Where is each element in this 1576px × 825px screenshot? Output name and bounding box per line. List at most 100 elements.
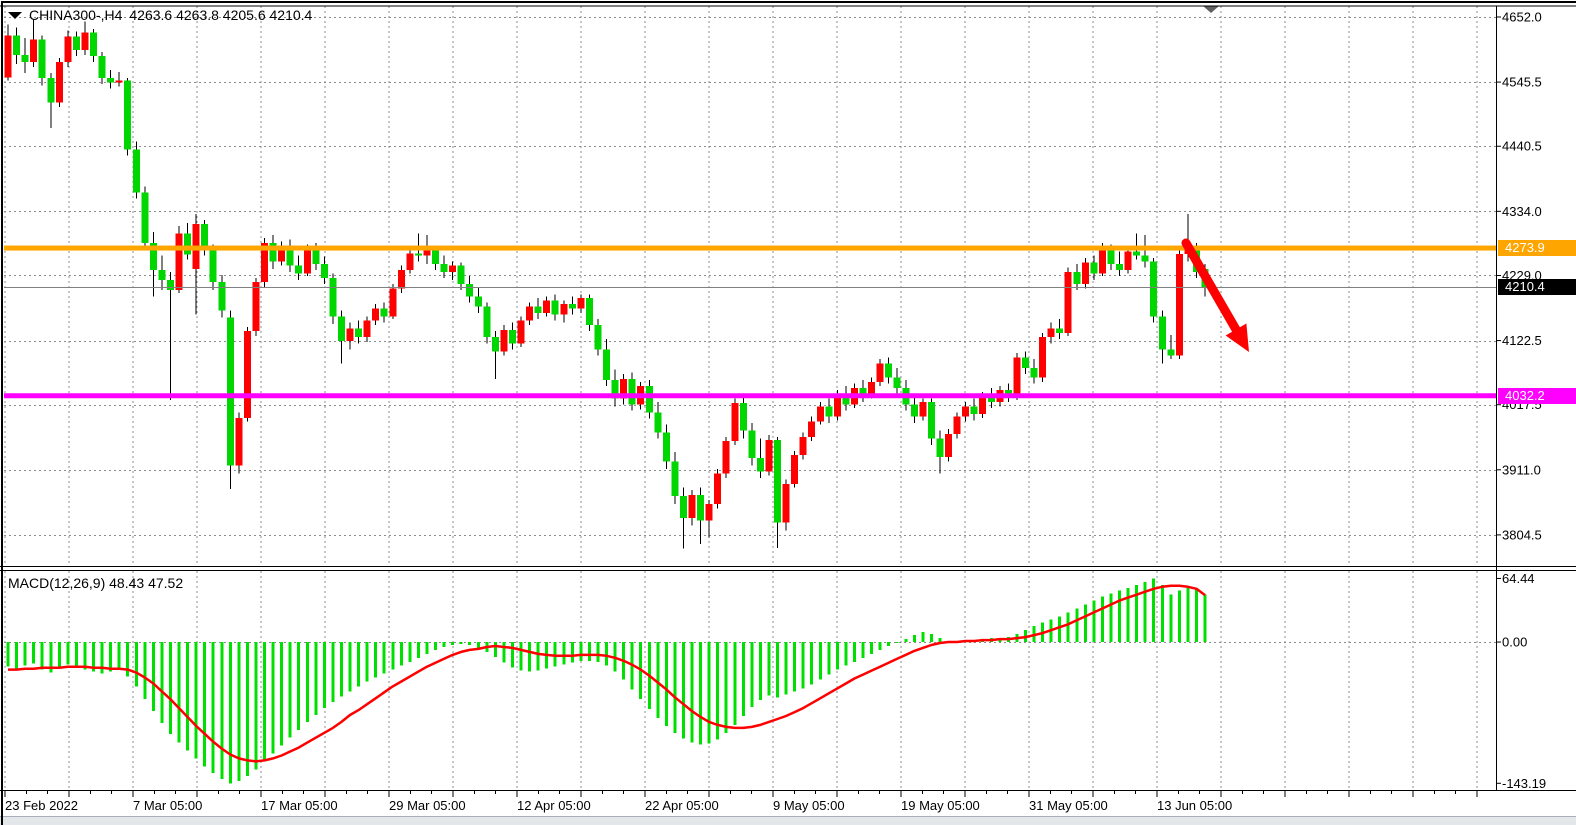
macd-histogram-bar [1067, 612, 1070, 642]
macd-histogram-bar [178, 642, 181, 743]
candle [347, 323, 354, 350]
candle [689, 490, 696, 525]
candle-body [543, 301, 550, 313]
support-line[interactable] [4, 393, 1497, 398]
candle-body [911, 404, 918, 416]
candle-body [56, 62, 63, 102]
last-price-label: 4210.4 [1498, 279, 1576, 295]
candle [22, 38, 29, 73]
candle-body [133, 150, 140, 193]
candle [569, 296, 576, 314]
candle-body [432, 250, 439, 263]
candle [765, 435, 772, 475]
chart-canvas[interactable]: 4652.04545.54440.54334.04229.04122.54017… [0, 0, 1576, 825]
macd-histogram-bar [699, 642, 702, 745]
candles-layer[interactable] [5, 19, 1209, 548]
macd-histogram-bar [879, 642, 882, 650]
candle [1150, 258, 1157, 323]
macd-histogram-bar [776, 642, 779, 697]
candle [885, 357, 892, 383]
candle [227, 310, 234, 488]
candle [757, 439, 764, 478]
candle-body [449, 266, 456, 272]
macd-histogram-bar [468, 642, 471, 645]
candle [620, 374, 627, 405]
candle-body [1116, 264, 1123, 270]
candle-body [1022, 357, 1029, 367]
down-arrow-annotation[interactable] [1186, 243, 1249, 352]
candle [235, 412, 242, 473]
candle [783, 480, 790, 531]
candle [535, 298, 542, 319]
candle-body [740, 403, 747, 430]
candle-body [577, 298, 584, 308]
macd-histogram-bar [357, 642, 360, 686]
macd-histogram-bar [1058, 616, 1061, 642]
candle-body [398, 270, 405, 288]
candle-body [825, 406, 832, 416]
macd-histogram-bar [810, 642, 813, 684]
candle [919, 398, 926, 420]
candle-body [483, 307, 490, 338]
macd-histogram-bar [836, 642, 839, 670]
macd-histogram-bar [1092, 601, 1095, 642]
candle-body [210, 249, 217, 282]
candle [30, 19, 37, 67]
candle-body [235, 418, 242, 466]
price-tick-label: 3804.5 [1502, 527, 1542, 542]
candle [842, 386, 849, 410]
macd-histogram-bar [682, 642, 685, 739]
macd-histogram-bar [904, 639, 907, 642]
candle [56, 58, 63, 107]
candle-body [808, 422, 815, 437]
candle [466, 276, 473, 302]
candle-body [1107, 249, 1114, 264]
candle [1167, 335, 1174, 359]
time-label: 17 Mar 05:00 [261, 798, 338, 813]
candle-body [304, 249, 311, 273]
macd-histogram-bar [921, 632, 924, 642]
macd-histogram-bar [656, 642, 659, 718]
macd-histogram-bar [896, 642, 899, 643]
macd-histogram-bar [366, 642, 369, 681]
candle-body [81, 32, 88, 50]
candle-body [107, 78, 114, 82]
macd-histogram-bar [135, 642, 138, 686]
candle-body [586, 298, 593, 325]
macd-tick-label: -143.19 [1502, 776, 1546, 791]
candle [928, 398, 935, 444]
macd-layer[interactable] [7, 578, 1207, 783]
macd-histogram-bar [15, 642, 18, 669]
macd-histogram-bar [254, 642, 257, 769]
candle [697, 488, 704, 544]
candle-body [518, 321, 525, 344]
candle [808, 417, 815, 441]
candle-body [372, 308, 379, 320]
candle-body [748, 431, 755, 458]
candle-body [569, 304, 576, 308]
symbol-dropdown-icon[interactable] [8, 12, 22, 19]
macd-histogram-bar [870, 642, 873, 654]
macd-histogram-bar [1186, 587, 1189, 642]
macd-histogram-bar [383, 642, 386, 674]
candle-body [39, 40, 46, 78]
candle [47, 73, 54, 128]
macd-histogram-bar [297, 642, 300, 730]
candle [714, 469, 721, 508]
macd-histogram-bar [844, 642, 847, 666]
price-tick-label: 4545.5 [1502, 75, 1542, 90]
macd-histogram-bar [400, 642, 403, 666]
candle [107, 70, 114, 88]
candle-body [894, 378, 901, 388]
candle [646, 380, 653, 418]
candle [612, 370, 619, 407]
candle [1048, 323, 1055, 344]
candle [518, 316, 525, 347]
candle-body [347, 329, 354, 341]
resistance-line[interactable] [4, 246, 1497, 251]
macd-histogram-bar [767, 642, 770, 695]
macd-histogram-bar [323, 642, 326, 708]
macd-histogram-bar [1075, 608, 1078, 642]
time-axis[interactable]: 23 Feb 20227 Mar 05:0017 Mar 05:0029 Mar… [5, 791, 1477, 813]
candle [210, 244, 217, 290]
